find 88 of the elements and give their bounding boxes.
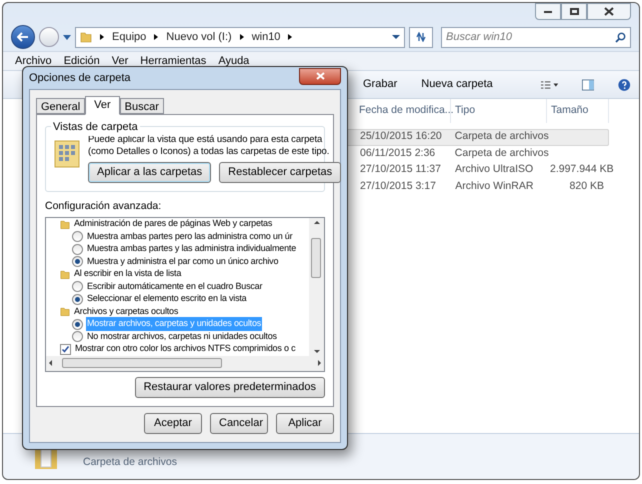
tab[interactable]: Buscar (120, 98, 164, 114)
breadcrumb-separator-icon (288, 34, 292, 40)
category-label: Administración de pares de páginas Web y carpetas (74, 218, 272, 230)
minimize-button[interactable] (535, 3, 561, 20)
item-type-text: Carpeta de archivos (83, 455, 177, 470)
dialog-button[interactable]: Aplicar (276, 413, 334, 434)
table-cell: Carpeta de archivos (454, 146, 549, 159)
checkbox[interactable] (60, 344, 71, 354)
option-label[interactable]: Escribir automáticamente en el cuadro Buscar (86, 280, 264, 294)
radio-button[interactable] (72, 256, 83, 267)
column-header[interactable]: Tipo (451, 99, 547, 123)
search-icon (615, 32, 626, 42)
table-cell: 25/10/2015 16:20 (360, 130, 442, 142)
category-label: Archivos y carpetas ocultos (74, 304, 178, 318)
menu-item[interactable]: Edición (64, 52, 100, 70)
folder-icon (60, 268, 70, 280)
tab[interactable]: General (36, 98, 86, 114)
view-options-icon[interactable] (540, 80, 558, 90)
table-cell: 27/10/2015 11:37 (360, 163, 441, 176)
menu-item[interactable]: Archivo (15, 52, 52, 70)
option-label[interactable]: No mostrar archivos, carpetas ni unidades ocultos (86, 330, 278, 344)
close-icon (604, 7, 614, 16)
folder-icon (60, 306, 70, 317)
breadcrumb-item[interactable]: win10 (252, 28, 280, 46)
option-label[interactable]: Muestra ambas partes y las administra individualmente (86, 242, 297, 256)
category-label: Al escribir en la vista de lista (74, 267, 182, 280)
horizontal-scrollbar[interactable] (46, 356, 324, 371)
option-label[interactable]: Muestra ambas partes pero las administra como un úr (86, 230, 294, 244)
restore-defaults-button[interactable]: Restaurar valores predeterminados (134, 377, 325, 398)
radio-button[interactable] (72, 244, 83, 254)
folder-view-icon (54, 138, 80, 168)
vertical-scrollbar[interactable] (309, 218, 324, 356)
folder-icon (60, 218, 70, 230)
tab[interactable]: Ver (85, 96, 120, 115)
dialog-button[interactable]: Aceptar (144, 413, 202, 434)
radio-button[interactable] (72, 281, 83, 292)
radio-button[interactable] (72, 331, 83, 342)
dropdown-arrow-icon[interactable] (392, 35, 400, 39)
breadcrumb-item[interactable]: Nuevo vol (I:) (166, 28, 232, 46)
toolbar-button[interactable]: Nueva carpeta (421, 76, 493, 93)
breadcrumb-separator-icon (100, 34, 104, 40)
scrollbar-thumb[interactable] (311, 238, 321, 278)
folder-views-description: Puede aplicar la vista que está usando para esta carpeta (como Detalles o Iconos) a todas las carpetas de este tipo. (88, 134, 330, 157)
search-field[interactable]: Buscar win10 (441, 26, 631, 48)
maximize-button[interactable] (561, 3, 587, 20)
folder-views-button[interactable]: Aplicar a las carpetas (88, 162, 212, 183)
table-cell: Archivo UltraISO (455, 163, 534, 176)
dialog-title: Opciones de carpeta (29, 70, 132, 86)
refresh-button[interactable] (409, 26, 433, 48)
back-arrow-icon (17, 32, 29, 42)
breadcrumb-item[interactable]: Equipo (112, 28, 146, 46)
close-button[interactable] (587, 3, 631, 20)
table-cell: Carpeta de archivos (454, 130, 549, 142)
dialog-button[interactable]: Cancelar (210, 413, 268, 434)
scrollbar-thumb[interactable] (62, 358, 222, 368)
breadcrumb-separator-icon (240, 34, 244, 40)
help-icon[interactable] (618, 76, 631, 92)
menu-item[interactable]: Herramientas (140, 52, 206, 70)
group-legend: Vistas de carpeta (51, 119, 140, 136)
forward-button[interactable] (39, 27, 59, 47)
folder-icon (80, 31, 92, 43)
preview-pane-icon[interactable] (582, 78, 594, 92)
radio-button[interactable] (72, 231, 83, 242)
radio-button[interactable] (72, 318, 83, 330)
option-label[interactable]: Mostrar con otro color los archivos NTFS comprimidos o c (74, 342, 296, 356)
table-cell: 820 KB (570, 180, 604, 192)
menu-item[interactable]: Ver (112, 52, 128, 70)
column-header[interactable]: Fecha de modifica... (355, 99, 451, 123)
table-cell: 06/11/2015 2:36 (360, 146, 436, 159)
table-cell: Archivo WinRAR (455, 180, 534, 192)
breadcrumb-separator-icon (154, 34, 158, 40)
menu-item[interactable]: Ayuda (218, 52, 250, 70)
close-icon (316, 72, 324, 80)
address-bar[interactable]: Equipo Nuevo vol (I:) win10 (75, 26, 405, 48)
option-label[interactable]: Muestra y administra el par como un único archivo (86, 254, 280, 268)
advanced-settings-list[interactable] (45, 216, 325, 372)
toolbar-button[interactable]: Grabar (363, 76, 398, 93)
refresh-icon (415, 32, 427, 42)
advanced-settings-label: Configuración avanzada: (45, 199, 162, 214)
table-cell: 27/10/2015 3:17 (360, 180, 436, 192)
close-button[interactable] (299, 68, 341, 84)
folder-views-button[interactable]: Restablecer carpetas (219, 162, 342, 183)
radio-button[interactable] (72, 294, 83, 304)
option-label[interactable]: Seleccionar el elemento escrito en la vista (86, 292, 248, 306)
back-button[interactable] (11, 25, 35, 49)
dropdown-arrow-icon[interactable] (63, 34, 71, 40)
table-cell: 2.997.944 KB (550, 163, 614, 176)
column-header[interactable]: Tamaño (547, 99, 609, 123)
